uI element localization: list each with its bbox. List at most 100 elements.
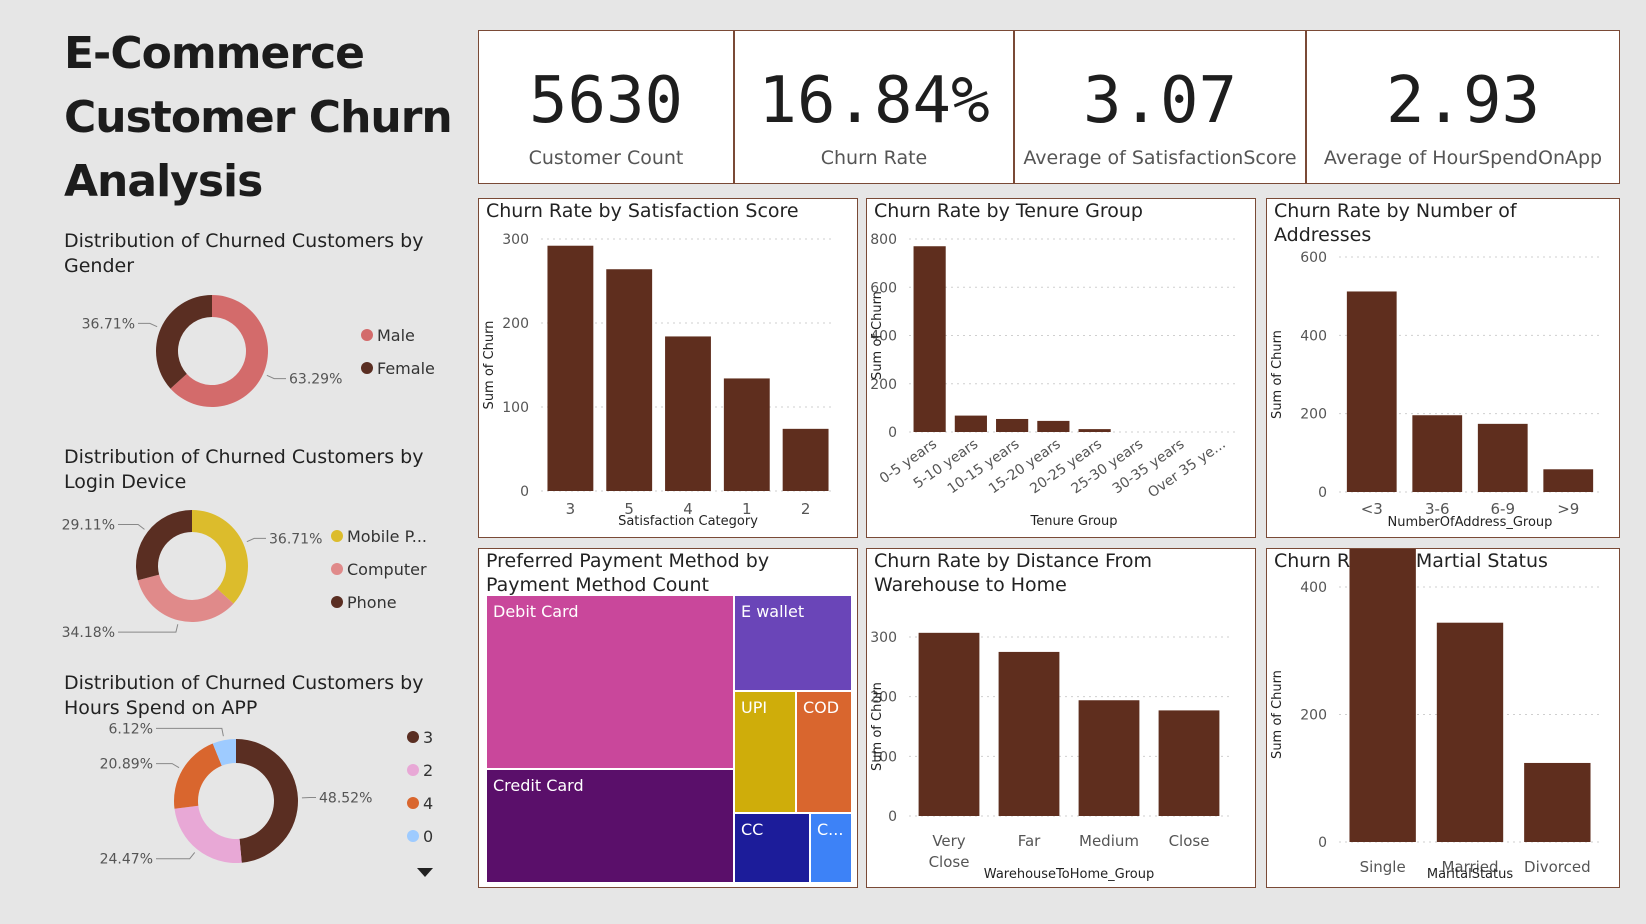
- treemap-cell[interactable]: CC: [734, 813, 810, 883]
- x-tick-label: Divorced: [1524, 858, 1591, 876]
- bar: [606, 269, 653, 491]
- legend-marker: [407, 731, 419, 743]
- y-axis-label: Sum of Churn: [870, 291, 885, 380]
- bar: [998, 651, 1060, 816]
- bar: [1346, 291, 1397, 492]
- donut-slice: [174, 805, 242, 863]
- bar: [547, 245, 594, 491]
- legend-label: Female: [377, 359, 435, 378]
- bar: [1078, 429, 1111, 432]
- leader-line: [156, 763, 180, 769]
- kpi-card-satisfaction: 3.07 Average of SatisfactionScore: [1014, 30, 1306, 184]
- title-line: E-Commerce: [64, 28, 365, 79]
- y-tick-label: 300: [502, 232, 529, 248]
- kpi-card-customer-count: 5630 Customer Count: [478, 30, 734, 184]
- chart-card-satisfaction: Churn Rate by Satisfaction Score 0 100 200…: [478, 198, 858, 538]
- legend-scroll-down-icon[interactable]: [416, 866, 434, 878]
- y-tick-label: 300: [870, 630, 897, 646]
- bar: [918, 632, 980, 816]
- x-tick-label: Far: [1018, 832, 1041, 850]
- bar: [723, 378, 770, 491]
- page-title: E-Commerce Customer Churn Analysis: [64, 22, 464, 214]
- title-line: Customer Churn: [64, 92, 453, 143]
- chart-card-addresses: Churn Rate by Number of Addresses 0 200 40…: [1266, 198, 1620, 538]
- donut-value-label: 24.47%: [100, 852, 153, 868]
- x-tick-label: Close: [1169, 832, 1210, 850]
- treemap-label: E wallet: [741, 602, 805, 621]
- bar: [1412, 415, 1463, 492]
- leader-line: [156, 727, 224, 737]
- treemap-cell[interactable]: Credit Card: [486, 769, 734, 883]
- leader-line: [266, 374, 286, 380]
- hours-donut-chart: 48.52% 24.47% 20.89% 6.12% 3 2 4 0: [100, 721, 434, 868]
- donut-slice: [236, 739, 299, 863]
- satisfaction-bar-chart: 01002003003 5 4 1 2Satisfaction CategorySum …: [482, 232, 835, 529]
- bar: [1037, 420, 1070, 432]
- treemap-label: COD: [803, 698, 840, 717]
- bar: [996, 418, 1029, 432]
- donut-value-label: 36.71%: [82, 316, 135, 332]
- legend-marker: [331, 530, 343, 542]
- legend-marker: [407, 830, 419, 842]
- donut-value-label: 63.29%: [289, 372, 342, 388]
- y-tick-label: 200: [502, 316, 529, 332]
- treemap-label: CC: [741, 820, 764, 839]
- kpi-value: 5630: [528, 64, 684, 138]
- x-axis-label: MaritalStatus: [1427, 867, 1513, 882]
- legend-label: 3: [423, 728, 433, 747]
- legend-marker: [407, 764, 419, 776]
- treemap-label: UPI: [741, 698, 768, 717]
- leader-line: [118, 624, 179, 633]
- treemap-cell[interactable]: UPI: [734, 691, 796, 813]
- treemap-cell[interactable]: COD: [796, 691, 852, 813]
- bar: [954, 415, 987, 432]
- x-axis-label: WarehouseToHome_Group: [984, 867, 1154, 882]
- donut-slice: [174, 743, 222, 809]
- bar: [1349, 549, 1416, 842]
- donut-slice: [136, 510, 192, 581]
- treemap-cell[interactable]: Debit Card: [486, 595, 734, 769]
- donut-slice: [192, 510, 249, 604]
- x-tick-label: 3: [566, 500, 576, 518]
- x-tick-label: Medium: [1079, 832, 1139, 850]
- donut-value-label: 48.52%: [319, 791, 372, 807]
- legend-marker: [331, 563, 343, 575]
- legend-label: 2: [423, 761, 433, 780]
- y-tick-label: 600: [1300, 250, 1327, 266]
- leader-line: [246, 537, 266, 543]
- marital-bar-chart: 0200400Single Married DivorcedMaritalStatu…: [1270, 549, 1601, 882]
- donut-slice: [137, 574, 234, 622]
- legend-label: Mobile P...: [347, 527, 427, 546]
- x-tick-label: <3: [1361, 500, 1383, 518]
- treemap-label: C...: [817, 820, 844, 839]
- y-tick-label: 400: [1300, 580, 1327, 596]
- chart-card-distance: Churn Rate by Distance From Warehouse to…: [866, 548, 1256, 888]
- y-axis-label: Sum of Churn: [870, 682, 885, 771]
- legend-marker: [361, 362, 373, 374]
- title-line: Analysis: [64, 156, 263, 207]
- treemap-cell[interactable]: E wallet: [734, 595, 852, 691]
- bar: [665, 336, 711, 491]
- y-tick-label: 0: [1318, 835, 1327, 851]
- hours-chart-title: Distribution of Churned Customers by Hou…: [64, 672, 424, 719]
- x-axis-label: Tenure Group: [1030, 514, 1118, 529]
- chart-card-marital: Churn Rate by Martial Status 0200400Sing…: [1266, 548, 1620, 888]
- y-tick-label: 0: [1318, 485, 1327, 501]
- chart-card-tenure: Churn Rate by Tenure Group 0 200 400 600 800…: [866, 198, 1256, 538]
- treemap-cell[interactable]: C...: [810, 813, 852, 883]
- y-axis-label: Sum of Churn: [1270, 670, 1285, 759]
- device-donut-chart: 36.71% 34.18% 29.11% Mobile P... Computer Pho…: [62, 510, 427, 641]
- y-tick-label: 200: [1300, 708, 1327, 724]
- bar: [1158, 710, 1220, 816]
- bar: [782, 428, 829, 491]
- kpi-value: 16.84%: [758, 64, 990, 138]
- bar: [1543, 469, 1594, 492]
- kpi-value: 2.93: [1385, 64, 1541, 138]
- gender-chart-title: Distribution of Churned Customers by Gen…: [64, 230, 424, 277]
- legend-label: Phone: [347, 593, 397, 612]
- x-tick-label: Close: [929, 853, 970, 871]
- x-axis-label: NumberOfAddress_Group: [1388, 515, 1553, 530]
- tenure-bar-chart: 02004006008000-5 years5-10 years10-15 ye…: [870, 232, 1239, 529]
- gender-donut-chart: 63.29% 36.71% Male Female: [82, 295, 435, 407]
- x-axis-label: Satisfaction Category: [618, 514, 758, 529]
